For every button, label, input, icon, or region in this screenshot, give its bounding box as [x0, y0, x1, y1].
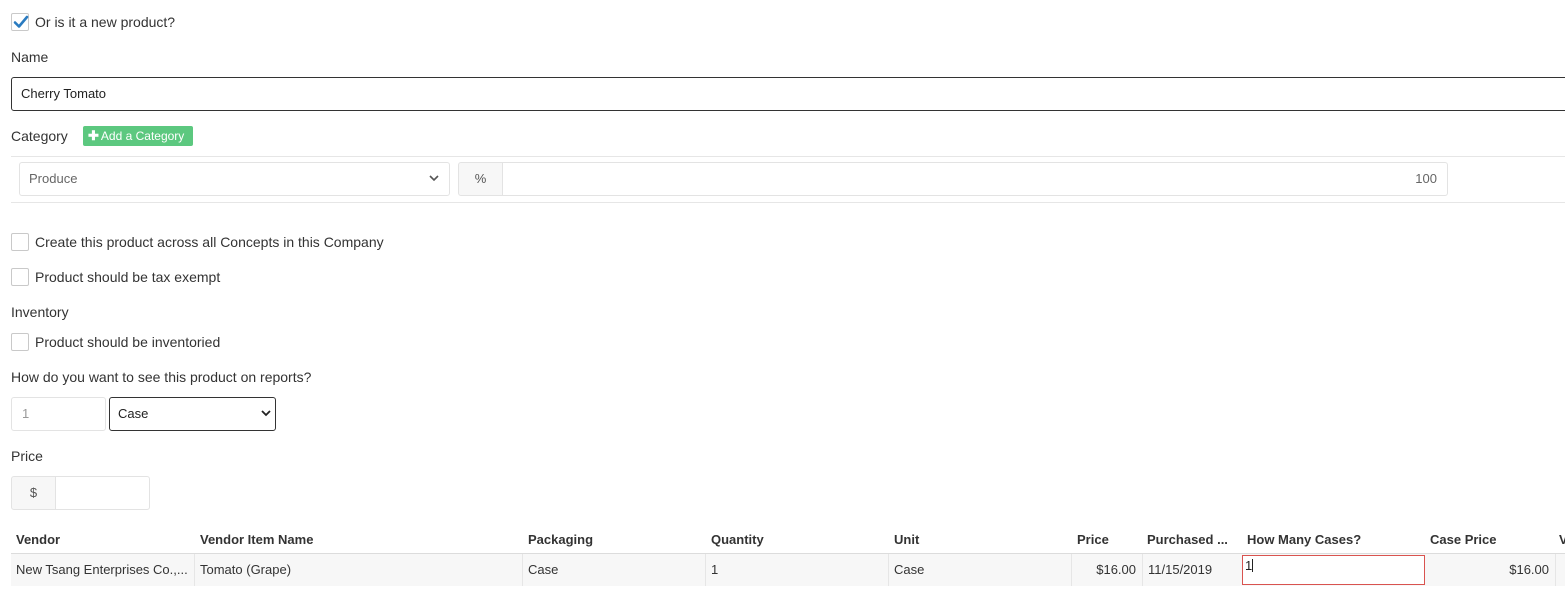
percent-addon: % — [458, 162, 503, 196]
reports-label: How do you want to see this product on r… — [11, 369, 312, 385]
new-product-label: Or is it a new product? — [35, 14, 176, 30]
price-input[interactable] — [55, 476, 150, 510]
checkmark-icon — [13, 15, 29, 28]
cell-purchased: 11/15/2019 — [1142, 554, 1242, 586]
header-case-price[interactable]: Case Price — [1430, 532, 1550, 547]
header-vendor[interactable]: Vendor — [16, 532, 196, 547]
cell-packaging: Case — [522, 554, 705, 586]
new-product-checkbox[interactable] — [11, 13, 29, 31]
header-purchased[interactable]: Purchased ... — [1147, 532, 1237, 547]
cell-item-name: Tomato (Grape) — [194, 554, 522, 586]
cell-truncated — [1555, 554, 1565, 586]
header-vendor-item-name[interactable]: Vendor Item Name — [200, 532, 520, 547]
header-packaging[interactable]: Packaging — [528, 532, 703, 547]
all-concepts-label: Create this product across all Concepts … — [35, 234, 384, 250]
chevron-down-icon — [429, 175, 439, 182]
cell-case-price: $16.00 — [1509, 562, 1549, 577]
header-quantity[interactable]: Quantity — [711, 532, 886, 547]
inventoried-checkbox[interactable] — [11, 333, 29, 351]
tax-exempt-label: Product should be tax exempt — [35, 269, 221, 285]
header-how-many-cases[interactable]: How Many Cases? — [1247, 532, 1425, 547]
category-selected-value: Produce — [29, 171, 78, 186]
how-many-cases-input[interactable]: 1 — [1242, 555, 1425, 585]
dollar-addon: $ — [11, 476, 56, 510]
category-label: Category — [11, 128, 68, 144]
cases-value: 1 — [1245, 558, 1253, 573]
price-label: Price — [11, 448, 43, 464]
header-price[interactable]: Price — [1077, 532, 1142, 547]
category-percent-input[interactable]: 100 — [502, 162, 1448, 196]
inventoried-label: Product should be inventoried — [35, 334, 221, 350]
chevron-down-icon — [261, 410, 271, 417]
all-concepts-checkbox[interactable] — [11, 233, 29, 251]
cell-unit: Case — [888, 554, 1071, 586]
header-unit[interactable]: Unit — [894, 532, 1069, 547]
cell-quantity: 1 — [705, 554, 888, 586]
tax-exempt-checkbox[interactable] — [11, 268, 29, 286]
report-unit-select[interactable]: Case — [109, 397, 276, 431]
report-quantity-input[interactable]: 1 — [11, 397, 106, 431]
plus-icon: ✚ — [88, 128, 99, 143]
text-cursor — [1252, 559, 1254, 572]
category-select[interactable]: Produce — [19, 162, 450, 196]
inventory-label: Inventory — [11, 304, 69, 320]
add-category-label: Add a Category — [100, 129, 185, 143]
name-input[interactable]: Cherry Tomato — [11, 77, 1565, 111]
report-unit-value: Case — [118, 406, 149, 421]
header-truncated[interactable]: V — [1559, 532, 1565, 547]
cell-vendor: New Tsang Enterprises Co.,... — [16, 562, 188, 577]
cell-price: $16.00 — [1071, 554, 1142, 586]
add-category-button[interactable]: ✚ Add a Category — [83, 126, 193, 146]
name-label: Name — [11, 49, 49, 65]
